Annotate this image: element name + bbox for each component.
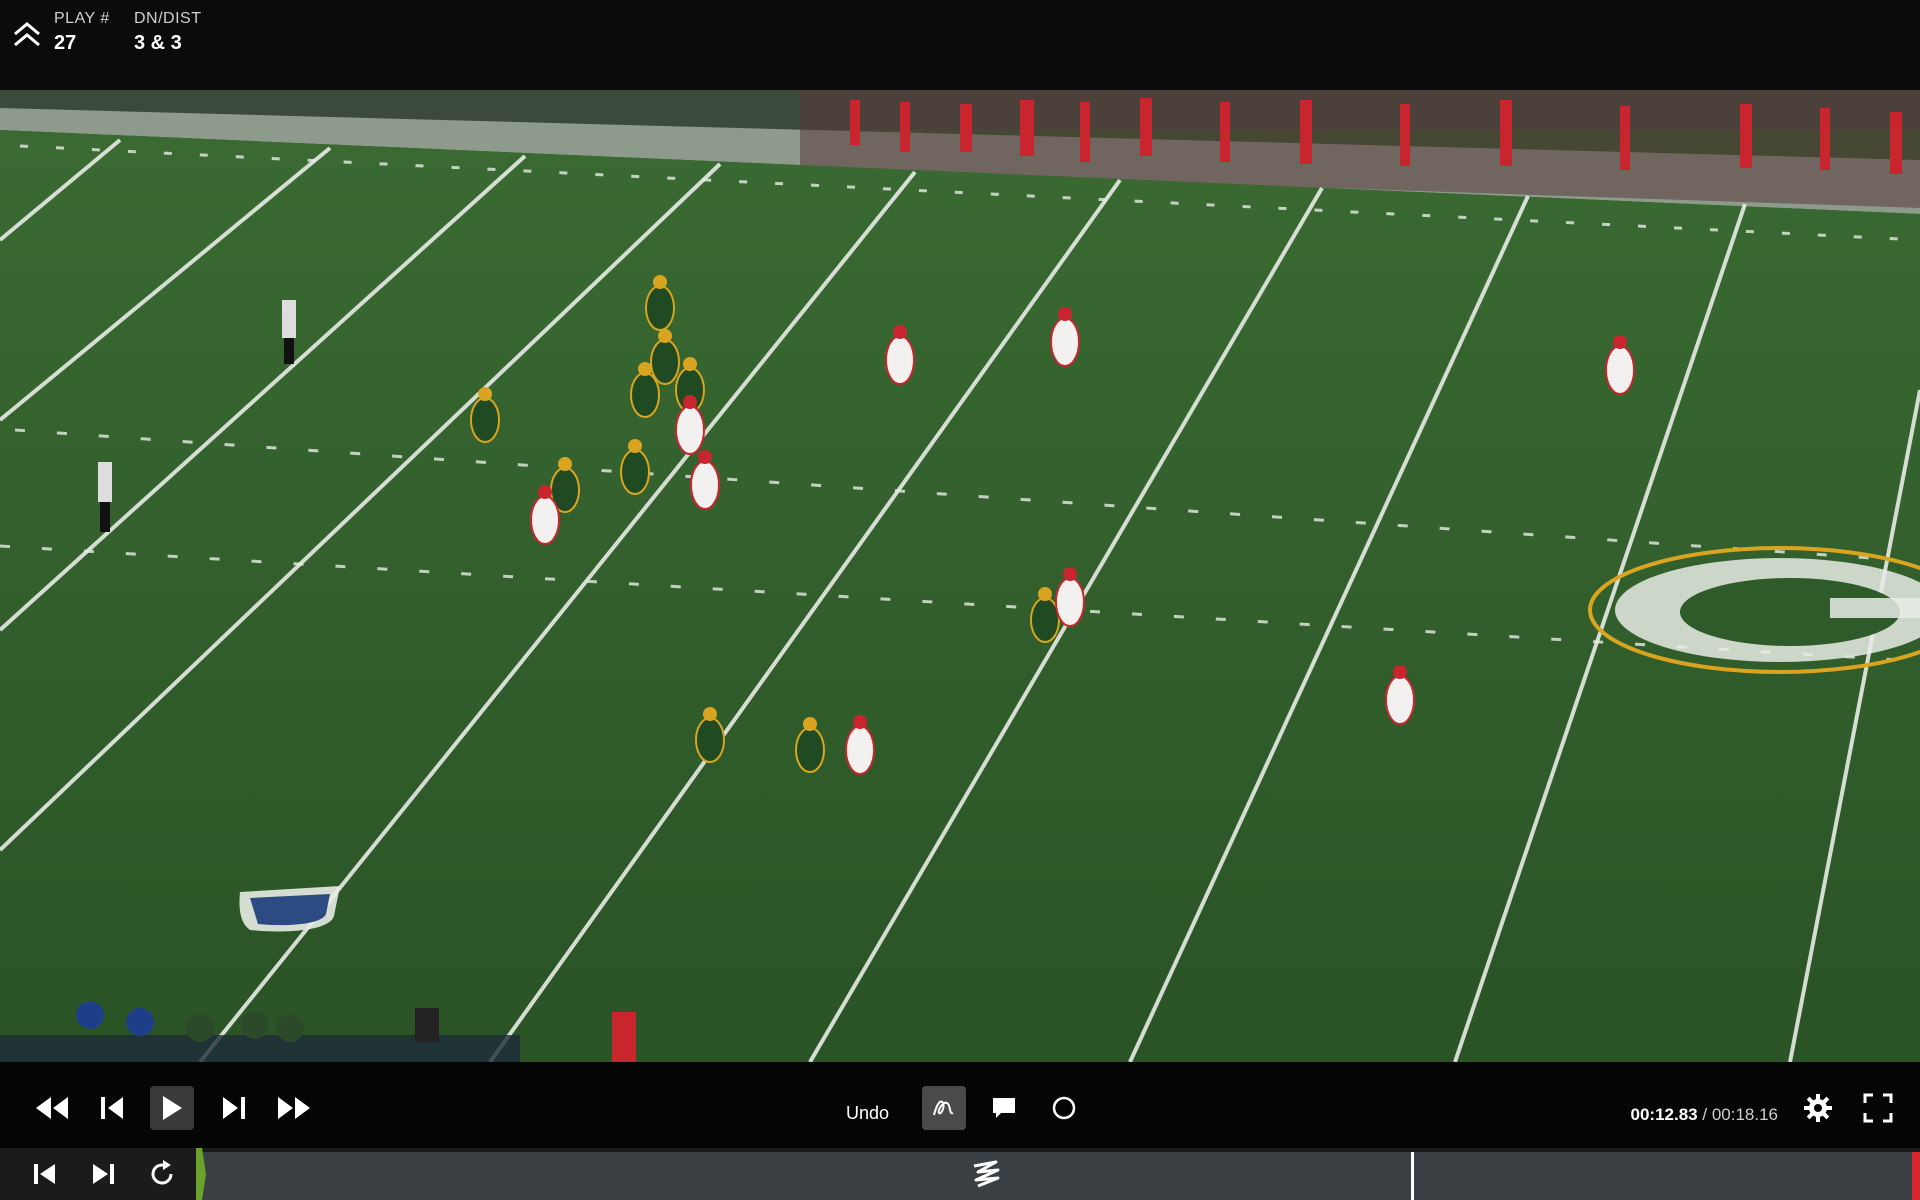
freehand-draw-button[interactable] bbox=[922, 1086, 966, 1130]
play-button[interactable] bbox=[150, 1086, 194, 1130]
midfield-g-logo bbox=[1588, 546, 1920, 674]
time-current: 00:12.83 bbox=[1630, 1105, 1698, 1124]
step-back-icon bbox=[101, 1097, 123, 1119]
fast-forward-button[interactable] bbox=[272, 1086, 316, 1130]
fullscreen-icon bbox=[1863, 1093, 1893, 1123]
skip-end-button[interactable] bbox=[82, 1152, 126, 1196]
brand-logo-icon bbox=[968, 1158, 1004, 1190]
timeline-bar bbox=[0, 1148, 1920, 1200]
top-info-bar: PLAY # 27 DN/DIST 3 & 3 bbox=[0, 0, 1920, 90]
circle-tool-icon bbox=[1052, 1096, 1076, 1120]
step-forward-button[interactable] bbox=[212, 1086, 256, 1130]
play-number-value: 27 bbox=[54, 32, 77, 54]
circle-tool-button[interactable] bbox=[1042, 1086, 1086, 1130]
timeline-track[interactable] bbox=[196, 1152, 1920, 1200]
settings-button[interactable] bbox=[1796, 1086, 1840, 1130]
comment-button[interactable] bbox=[982, 1086, 1026, 1130]
timeline-playhead[interactable] bbox=[1411, 1152, 1415, 1200]
undo-button[interactable]: Undo bbox=[846, 1103, 889, 1124]
fast-forward-icon bbox=[278, 1097, 310, 1119]
time-readout: 00:12.83 / 00:18.16 bbox=[1631, 1105, 1778, 1125]
step-back-button[interactable] bbox=[90, 1086, 134, 1130]
rewind-button[interactable] bbox=[30, 1086, 74, 1130]
play-icon bbox=[163, 1096, 182, 1120]
replay-button[interactable] bbox=[140, 1152, 184, 1196]
down-distance-value: 3 & 3 bbox=[134, 32, 182, 54]
replay-icon bbox=[151, 1160, 173, 1185]
skip-start-button[interactable] bbox=[22, 1152, 66, 1196]
comment-icon bbox=[993, 1098, 1015, 1118]
skip-start-icon bbox=[34, 1164, 55, 1184]
freehand-draw-icon bbox=[933, 1100, 954, 1116]
video-frame[interactable] bbox=[0, 90, 1920, 1062]
timeline-end-marker[interactable] bbox=[1912, 1152, 1920, 1200]
rewind-icon bbox=[36, 1097, 68, 1119]
skip-end-icon bbox=[93, 1164, 114, 1184]
play-number-stat: PLAY # 27 bbox=[54, 10, 110, 55]
collapse-chevron-icon[interactable] bbox=[10, 18, 44, 52]
down-distance-label: DN/DIST bbox=[134, 10, 202, 27]
down-distance-stat: DN/DIST 3 & 3 bbox=[134, 10, 202, 55]
time-total: 00:18.16 bbox=[1711, 1105, 1778, 1124]
step-forward-icon bbox=[223, 1097, 245, 1119]
time-separator: / bbox=[1697, 1105, 1712, 1124]
gear-icon bbox=[1804, 1094, 1832, 1122]
fullscreen-button[interactable] bbox=[1856, 1086, 1900, 1130]
play-number-label: PLAY # bbox=[54, 10, 110, 27]
football-field-scene bbox=[0, 90, 1920, 1062]
